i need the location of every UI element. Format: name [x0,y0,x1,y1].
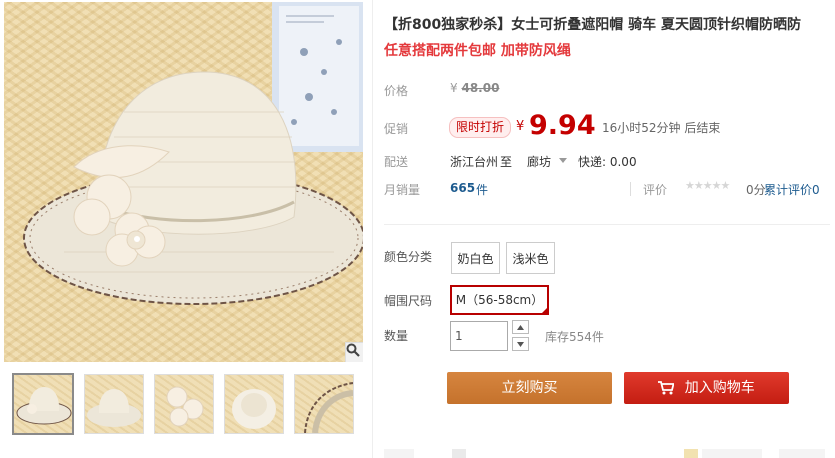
buy-now-label: 立刻购买 [501,380,558,396]
thumbnail-brim-image [304,382,353,433]
shipping-fee: 快递: 0.00 [578,155,637,169]
cutoff-item [779,449,825,458]
promo-price: 9.94 [529,110,596,141]
product-subtitle: 任意搭配两件包邮 加带防风绳 [384,43,571,59]
add-to-cart-label: 加入购物车 [684,380,755,396]
shopping-cart-icon [658,381,675,395]
add-to-cart-button[interactable]: 加入购物车 [624,372,789,404]
promo-price-symbol: ¥ [516,119,525,134]
thumbnail-3[interactable] [154,374,214,434]
quantity-decrease-button[interactable] [512,337,529,351]
zoom-button[interactable] [345,342,363,362]
size-label: 帽围尺码 [384,294,433,308]
original-price: ¥ 48.00 [450,81,499,95]
star-rating-icon: ★★★★★ [685,179,730,192]
color-option-milk-white[interactable]: 奶白色 [451,242,500,274]
section-divider [384,224,830,225]
cutoff-item [384,449,414,458]
triangle-up-icon [517,324,524,330]
triangle-down-icon [517,341,524,347]
cutoff-item [452,449,466,458]
chevron-down-icon[interactable] [559,158,567,163]
column-divider [372,0,373,458]
monthly-sales-unit: 件 [476,183,489,197]
selected-check-icon [540,306,549,315]
monthly-sales-count: 665 [450,181,476,195]
quantity-increase-button[interactable] [512,320,529,334]
color-option-light-beige[interactable]: 浅米色 [506,242,555,274]
monthly-sales-label: 月销量 [384,183,421,197]
thumbnail-hat-image [87,389,141,427]
thumbnail-hat-image [232,389,276,429]
price-label: 价格 [384,84,409,98]
quantity-input[interactable] [450,321,508,351]
stock-count: 库存554件 [545,330,604,344]
main-product-image[interactable] [4,2,363,362]
rating-label: 评价 [643,183,668,197]
reviews-link[interactable]: 累计评价0 [764,181,820,198]
magnifier-icon [346,343,360,357]
cutoff-service-row [384,449,830,458]
original-price-symbol: ¥ [450,81,458,95]
promo-badge: 限时打折 [449,117,512,138]
thumbnail-hat-image [16,387,72,425]
cutoff-item [684,449,698,458]
promo-countdown: 16小时52分钟 后结束 [602,121,721,135]
shipping-origin: 浙江台州 [450,155,499,169]
promo-label: 促销 [384,122,409,136]
size-option-m[interactable]: M（56-58cm） [450,285,549,315]
rating-value: 0分 [746,183,766,197]
cutoff-item [702,449,762,458]
thumbnail-2[interactable] [84,374,144,434]
original-price-value: 48.00 [461,81,500,95]
color-label: 颜色分类 [384,250,433,264]
thumbnail-flower-image [166,386,204,427]
thumbnail-strip [12,373,362,436]
thumbnail-4[interactable] [224,374,284,434]
thumbnail-1[interactable] [12,373,74,435]
buy-now-button[interactable]: 立刻购买 [447,372,612,404]
shipping-to-word: 至 [500,155,513,169]
shipping-destination-select[interactable]: 廊坊 [527,153,551,170]
product-title: 【折800独家秒杀】女士可折叠遮阳帽 骑车 夏天圆顶针织帽防晒防 [384,17,801,33]
divider [630,182,631,196]
size-option-text: M（56-58cm） [455,293,544,307]
thumbnail-5[interactable] [294,374,354,434]
shipping-label: 配送 [384,155,409,169]
thumbnail-pointer [42,373,54,374]
quantity-label: 数量 [384,329,409,343]
hat-illustration [23,2,363,305]
